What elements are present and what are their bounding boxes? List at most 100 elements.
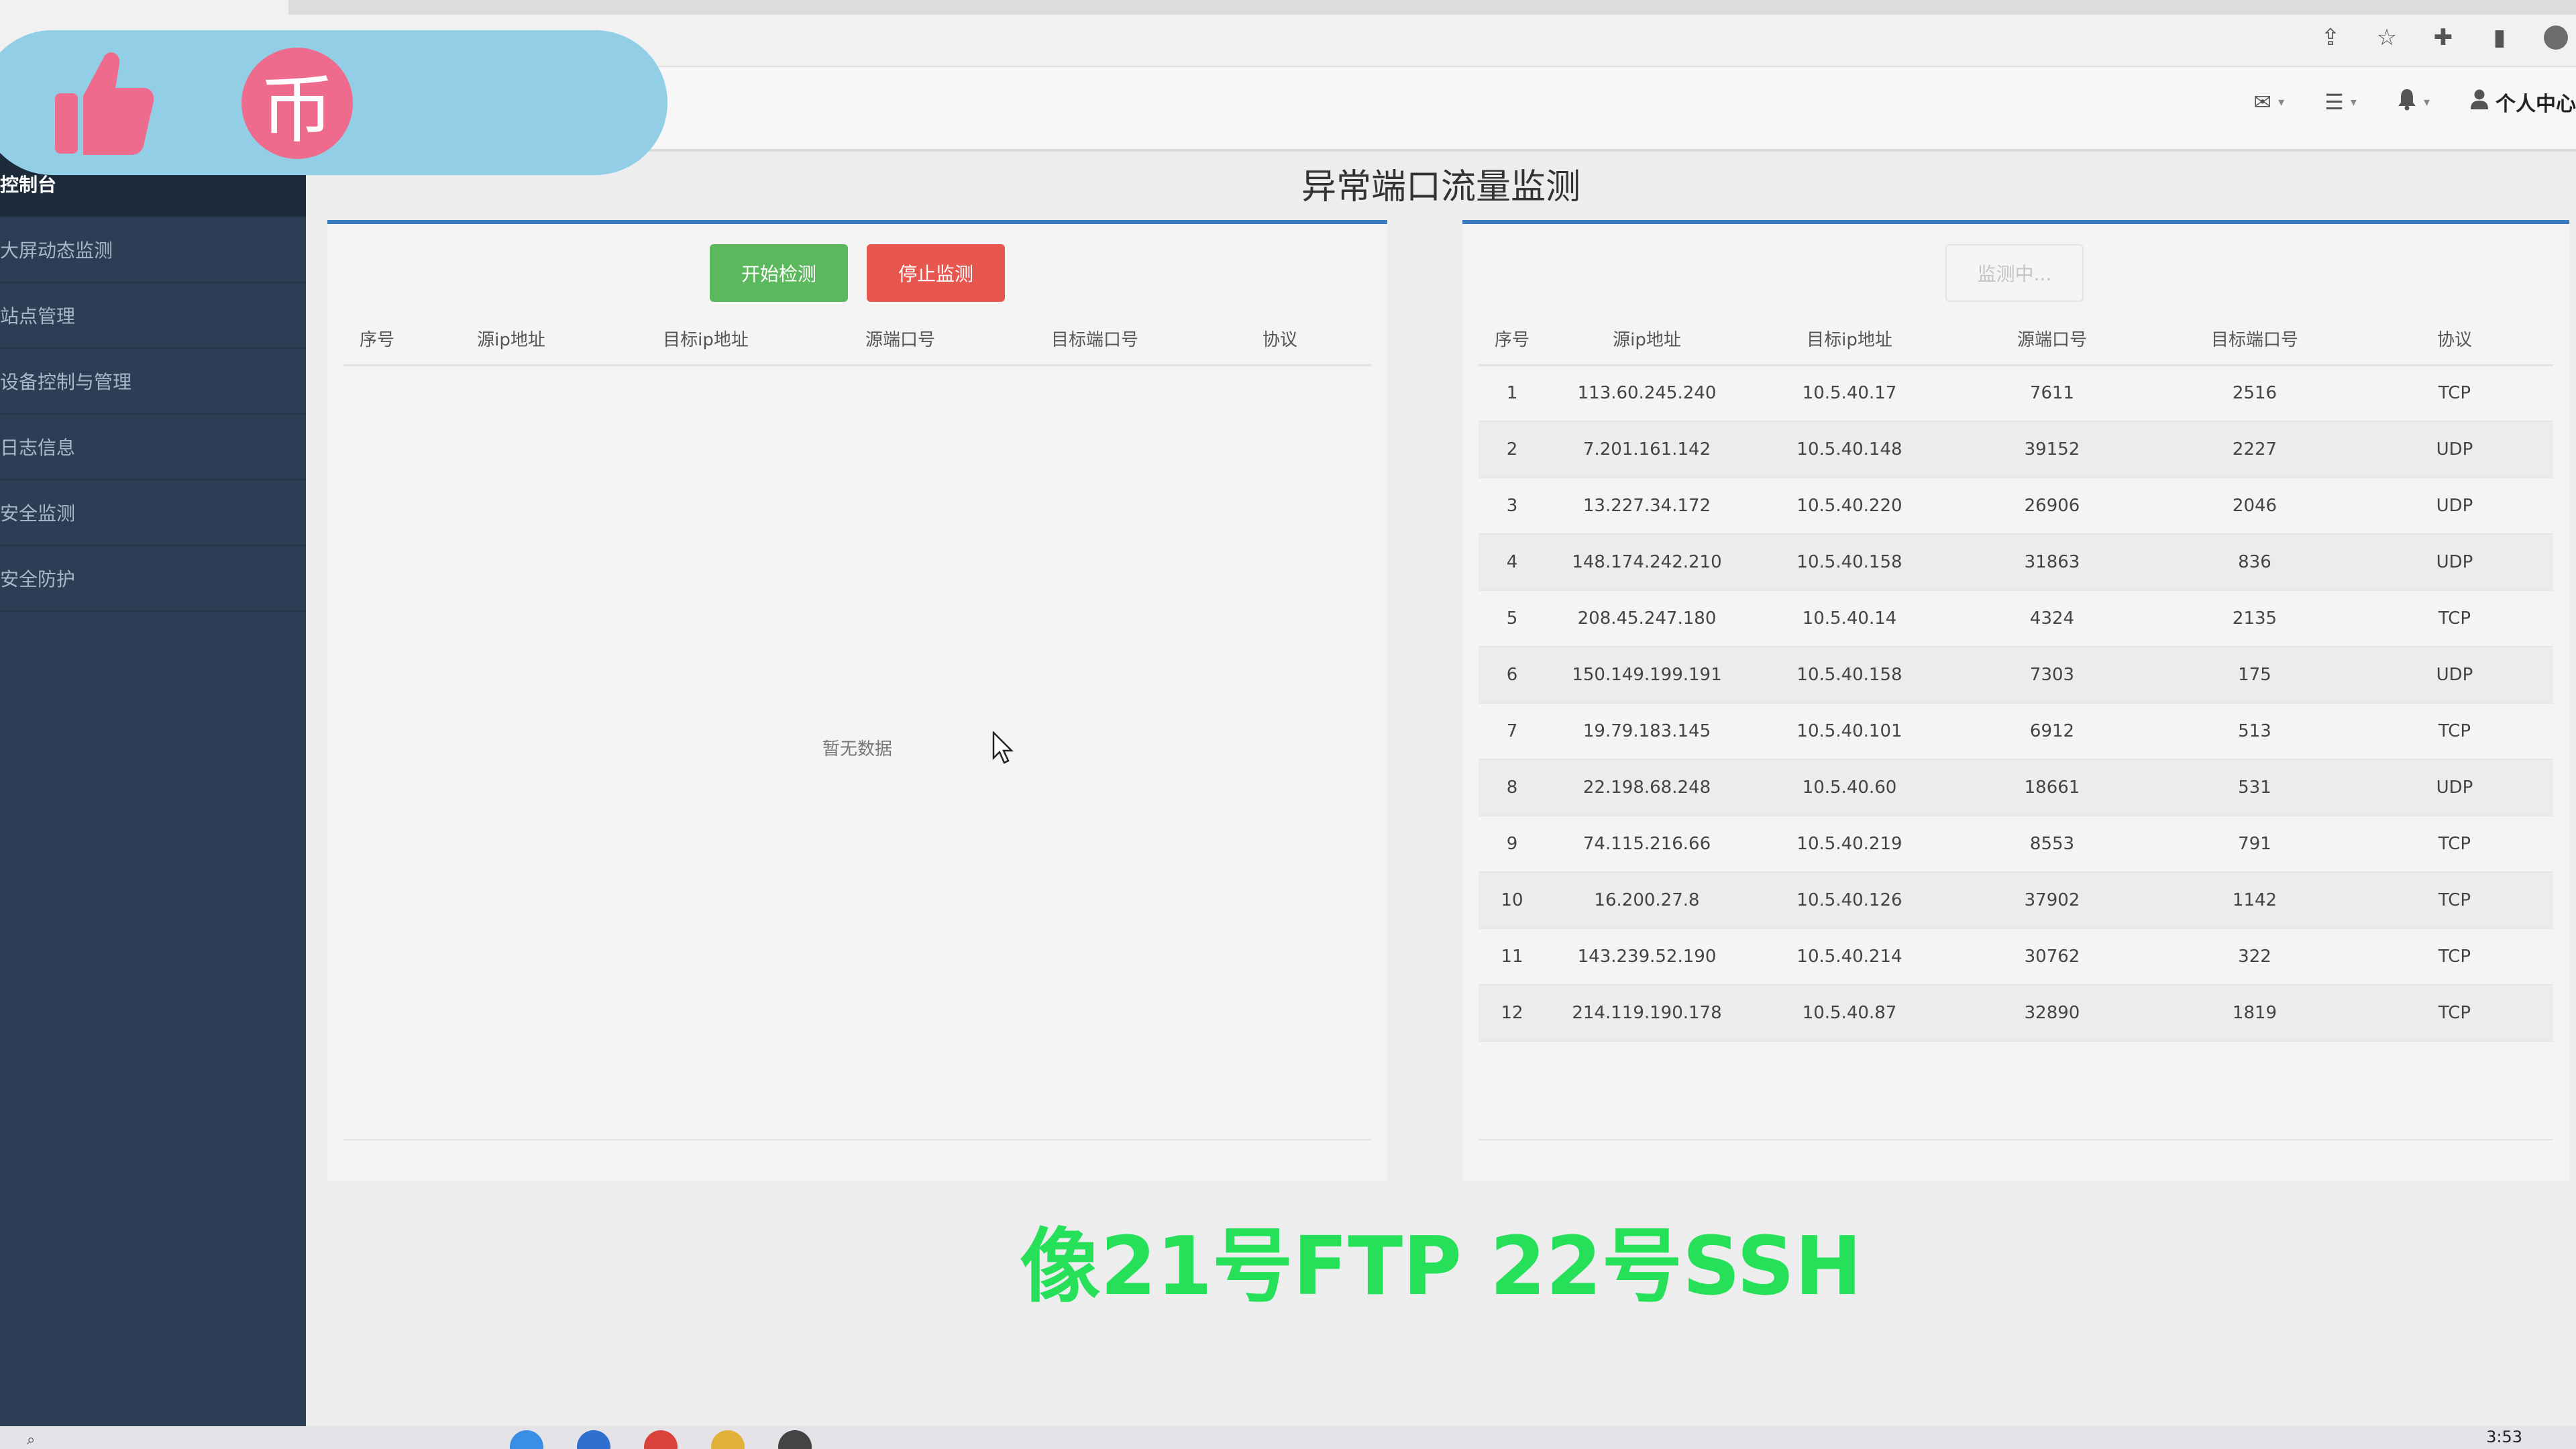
table-row[interactable]: 2 7.201.161.142 10.5.40.148 39152 2227 UDP bbox=[1479, 421, 2553, 478]
column-header[interactable]: 协议 bbox=[1189, 313, 1371, 366]
table-row[interactable]: 11 143.239.52.190 10.5.40.214 30762 322 TCP bbox=[1479, 928, 2553, 985]
table-cell: 10.5.40.214 bbox=[1748, 928, 1951, 985]
table-row[interactable]: 1 113.60.245.240 10.5.40.17 7611 2516 TCP bbox=[1479, 365, 2553, 422]
sidebar-item-log-info[interactable]: 日志信息 bbox=[0, 415, 306, 480]
column-header[interactable]: 目标端口号 bbox=[1001, 313, 1189, 366]
start-detection-button[interactable]: 开始检测 bbox=[710, 244, 848, 302]
column-header[interactable]: 目标ip地址 bbox=[612, 313, 800, 366]
notifications-dropdown[interactable]: ▾ bbox=[2397, 88, 2430, 116]
mail-dropdown[interactable]: ✉ ▾ bbox=[2253, 89, 2284, 115]
table-row[interactable]: 6 150.149.199.191 10.5.40.158 7303 175 UDP bbox=[1479, 647, 2553, 704]
side-panel-icon[interactable]: ▮ bbox=[2486, 24, 2513, 51]
extensions-icon[interactable]: ✚ bbox=[2430, 24, 2457, 51]
table-row[interactable]: 7 19.79.183.145 10.5.40.101 6912 513 TCP bbox=[1479, 703, 2553, 760]
table-cell: 10 bbox=[1479, 872, 1546, 929]
table-row[interactable]: 10 16.200.27.8 10.5.40.126 37902 1142 TCP bbox=[1479, 872, 2553, 929]
share-icon[interactable]: ⇪ bbox=[2317, 24, 2344, 51]
table-cell: TCP bbox=[2356, 985, 2553, 1042]
table-cell: 7 bbox=[1479, 703, 1546, 760]
column-header[interactable]: 源ip地址 bbox=[1546, 313, 1748, 366]
table-cell: 5 bbox=[1479, 590, 1546, 647]
table-row[interactable]: 9 74.115.216.66 10.5.40.219 8553 791 TCP bbox=[1479, 816, 2553, 873]
table-cell: 10.5.40.126 bbox=[1748, 872, 1951, 929]
table-cell: 8553 bbox=[1951, 816, 2153, 873]
sidebar-item-security-monitoring[interactable]: 安全监测 bbox=[0, 480, 306, 546]
table-cell: 7611 bbox=[1951, 365, 2153, 422]
table-cell: 513 bbox=[2153, 703, 2356, 760]
table-cell: 10.5.40.158 bbox=[1748, 647, 1951, 704]
column-header[interactable]: 源ip地址 bbox=[411, 313, 612, 366]
table-cell: 148.174.242.210 bbox=[1546, 534, 1748, 591]
user-center-label: 个人中心 bbox=[2496, 93, 2576, 116]
user-center-menu[interactable]: 个人中心 bbox=[2470, 87, 2576, 117]
table-cell: 208.45.247.180 bbox=[1546, 590, 1748, 647]
panel-divider bbox=[343, 1139, 1371, 1140]
column-header[interactable]: 源端口号 bbox=[1951, 313, 2153, 366]
user-icon bbox=[2470, 89, 2489, 115]
table-cell: 836 bbox=[2153, 534, 2356, 591]
column-header[interactable]: 源端口号 bbox=[800, 313, 1001, 366]
browser-tab-strip[interactable] bbox=[288, 0, 2576, 15]
overlay-badge: 币 bbox=[0, 30, 667, 175]
table-cell: 12 bbox=[1479, 985, 1546, 1042]
table-cell: UDP bbox=[2356, 478, 2553, 535]
browser-action-icons: ⇪ ☆ ✚ ▮ bbox=[2317, 24, 2569, 51]
table-cell: 6912 bbox=[1951, 703, 2153, 760]
table-cell: 4 bbox=[1479, 534, 1546, 591]
table-cell: 2227 bbox=[2153, 421, 2356, 478]
column-header[interactable]: 目标ip地址 bbox=[1748, 313, 1951, 366]
table-cell: 214.119.190.178 bbox=[1546, 985, 1748, 1042]
bookmark-star-icon[interactable]: ☆ bbox=[2373, 24, 2400, 51]
table-cell: UDP bbox=[2356, 534, 2553, 591]
sidebar-item-site-management[interactable]: 站点管理 bbox=[0, 283, 306, 349]
sidebar-item-big-screen-monitoring[interactable]: 大屏动态监测 bbox=[0, 217, 306, 283]
table-cell: 26906 bbox=[1951, 478, 2153, 535]
mail-icon: ✉ bbox=[2253, 89, 2272, 115]
table-cell: 143.239.52.190 bbox=[1546, 928, 1748, 985]
table-cell: 10.5.40.219 bbox=[1748, 816, 1951, 873]
table-row[interactable]: 4 148.174.242.210 10.5.40.158 31863 836 UDP bbox=[1479, 534, 2553, 591]
table-cell: 3 bbox=[1479, 478, 1546, 535]
taskbar-app-icon[interactable] bbox=[510, 1430, 543, 1449]
column-header[interactable]: 序号 bbox=[1479, 313, 1546, 366]
column-header[interactable]: 目标端口号 bbox=[2153, 313, 2356, 366]
table-cell: 531 bbox=[2153, 759, 2356, 816]
table-cell: 18661 bbox=[1951, 759, 2153, 816]
table-cell: 30762 bbox=[1951, 928, 2153, 985]
table-row[interactable]: 3 13.227.34.172 10.5.40.220 26906 2046 UDP bbox=[1479, 478, 2553, 535]
taskbar-clock: 3:53 bbox=[2486, 1428, 2522, 1446]
stop-monitoring-button[interactable]: 停止监测 bbox=[867, 244, 1005, 302]
sidebar-item-device-control[interactable]: 设备控制与管理 bbox=[0, 349, 306, 415]
taskbar-app-icon[interactable] bbox=[644, 1430, 678, 1449]
list-icon: ☰ bbox=[2324, 89, 2344, 115]
taskbar-app-icon[interactable] bbox=[778, 1430, 812, 1449]
table-cell: UDP bbox=[2356, 759, 2553, 816]
column-header[interactable]: 序号 bbox=[343, 313, 411, 366]
table-cell: 13.227.34.172 bbox=[1546, 478, 1748, 535]
table-cell: 322 bbox=[2153, 928, 2356, 985]
sidebar-item-label: 站点管理 bbox=[0, 305, 76, 327]
chevron-down-icon: ▾ bbox=[2278, 95, 2285, 109]
monitoring-status-button[interactable]: 监测中... bbox=[1945, 244, 2084, 302]
taskbar-app-icon[interactable] bbox=[711, 1430, 745, 1449]
table-cell: 8 bbox=[1479, 759, 1546, 816]
tasks-dropdown[interactable]: ☰ ▾ bbox=[2324, 89, 2357, 115]
table-cell: TCP bbox=[2356, 365, 2553, 422]
table-cell: UDP bbox=[2356, 421, 2553, 478]
mouse-cursor-icon bbox=[991, 730, 1014, 765]
table-row[interactable]: 12 214.119.190.178 10.5.40.87 32890 1819 TCP bbox=[1479, 985, 2553, 1042]
profile-icon[interactable] bbox=[2542, 24, 2569, 51]
table-cell: 7303 bbox=[1951, 647, 2153, 704]
taskbar-app-icon[interactable] bbox=[577, 1430, 610, 1449]
sidebar-item-label: 安全防护 bbox=[0, 568, 76, 590]
table-cell: 6 bbox=[1479, 647, 1546, 704]
search-icon[interactable]: ⌕ bbox=[27, 1432, 35, 1448]
table-cell: 1142 bbox=[2153, 872, 2356, 929]
table-cell: 1 bbox=[1479, 365, 1546, 422]
column-header[interactable]: 协议 bbox=[2356, 313, 2553, 366]
table-row[interactable]: 8 22.198.68.248 10.5.40.60 18661 531 UDP bbox=[1479, 759, 2553, 816]
coin-icon: 币 bbox=[241, 48, 353, 159]
table-row[interactable]: 5 208.45.247.180 10.5.40.14 4324 2135 TCP bbox=[1479, 590, 2553, 647]
page-title: 异常端口流量监测 bbox=[1301, 167, 1580, 207]
sidebar-item-security-protection[interactable]: 安全防护 bbox=[0, 546, 306, 612]
